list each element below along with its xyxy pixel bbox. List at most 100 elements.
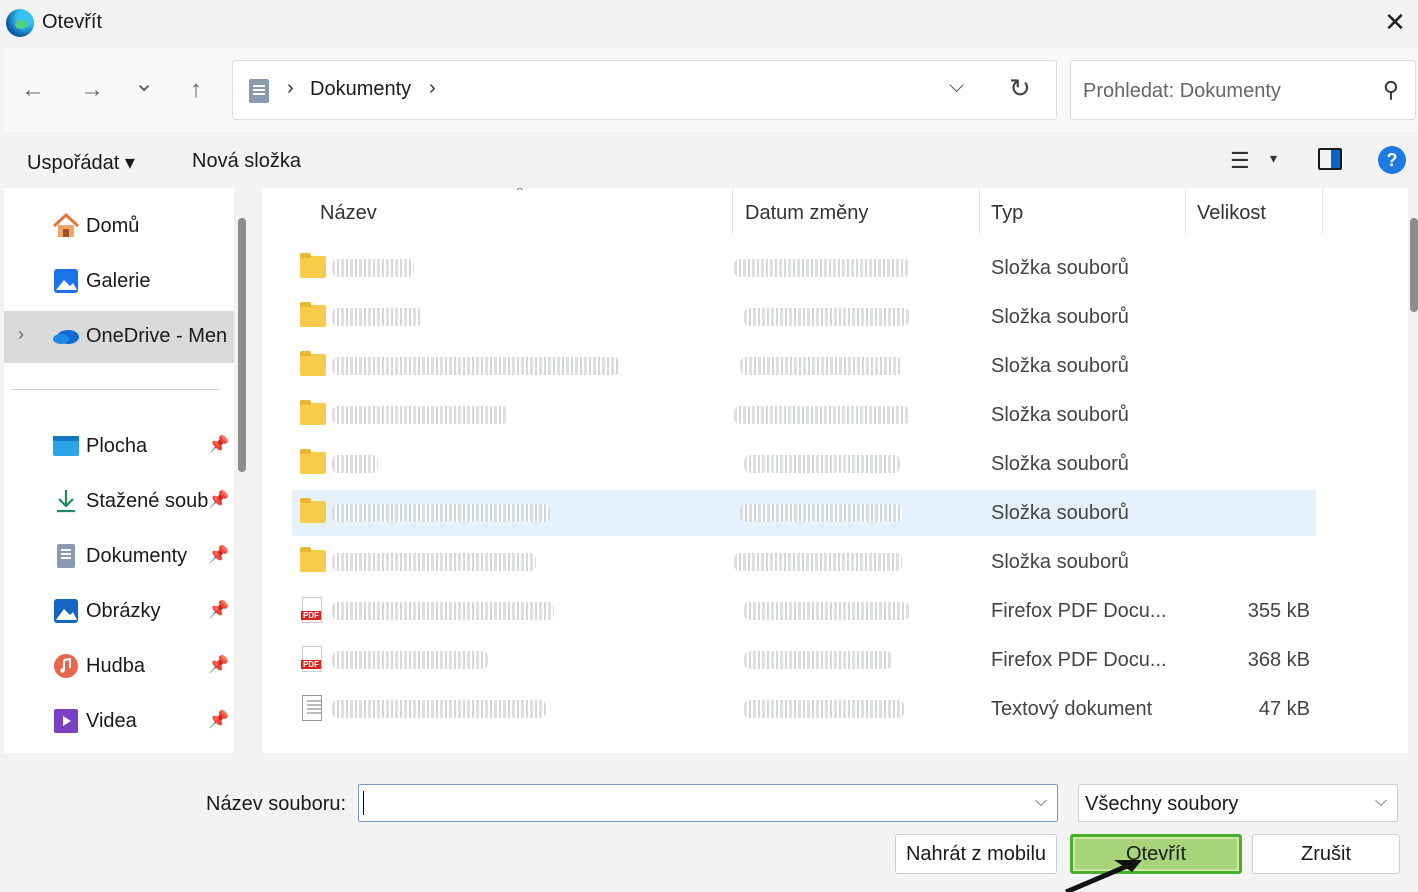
organize-button[interactable]: Uspořádat ▾ — [27, 150, 135, 175]
help-icon[interactable]: ? — [1378, 146, 1406, 174]
sidebar-item-gallery[interactable]: Galerie — [4, 256, 234, 306]
breadcrumb-dokumenty[interactable]: Dokumenty — [310, 78, 411, 101]
search-input[interactable] — [1083, 77, 1363, 105]
view-options-icon[interactable]: ☰ — [1230, 148, 1250, 174]
pictures-icon — [54, 599, 78, 623]
pin-icon[interactable]: 📌 — [208, 545, 229, 565]
expand-chevron-icon[interactable]: › — [18, 324, 24, 345]
file-row[interactable]: Složka souborů — [292, 245, 1316, 291]
music-icon — [54, 654, 78, 678]
upload-from-mobile-button[interactable]: Nahrát z mobilu — [895, 834, 1057, 874]
pointer-arrow-icon — [1065, 860, 1142, 892]
search-box[interactable]: ⚲ — [1070, 60, 1416, 120]
title-bar: Otevřít ✕ — [0, 0, 1418, 46]
redacted-date — [744, 651, 892, 669]
column-divider[interactable] — [732, 188, 733, 234]
file-row-selected[interactable]: Složka souborů — [292, 490, 1316, 536]
redacted-name — [332, 504, 550, 522]
folder-icon — [300, 498, 326, 523]
redacted-date — [744, 308, 910, 326]
file-row[interactable]: Složka souborů — [292, 441, 1316, 487]
sidebar-item-downloads[interactable]: Stažené soub 📌 — [4, 476, 234, 526]
file-size: 368 kB — [1247, 649, 1310, 671]
redacted-name — [332, 700, 546, 718]
column-header-type[interactable]: Typ — [991, 202, 1023, 225]
sidebar-item-music[interactable]: Hudba 📌 — [4, 641, 234, 691]
chevron-down-icon[interactable]: ⌵ — [1375, 793, 1387, 811]
breadcrumb-separator[interactable]: › — [287, 77, 294, 100]
filename-input[interactable]: ⌵ — [358, 784, 1058, 822]
redacted-name — [332, 259, 414, 277]
file-size: 47 kB — [1258, 698, 1310, 720]
sort-ascending-icon: ⌃ — [514, 188, 526, 200]
cancel-button[interactable]: Zrušit — [1252, 834, 1400, 874]
chevron-down-icon[interactable]: ▾ — [1270, 150, 1277, 167]
file-row[interactable]: Složka souborů — [292, 392, 1316, 438]
gallery-icon — [54, 269, 78, 293]
redacted-date — [734, 259, 910, 277]
redacted-date — [734, 406, 910, 424]
folder-icon — [300, 449, 326, 474]
close-button[interactable]: ✕ — [1372, 0, 1418, 46]
preview-pane-icon[interactable] — [1318, 148, 1342, 170]
file-type: Složka souborů — [991, 257, 1129, 279]
folder-icon — [300, 351, 326, 376]
sidebar-item-videos[interactable]: Videa 📌 — [4, 696, 234, 746]
pin-icon[interactable]: 📌 — [208, 435, 229, 455]
text-cursor — [363, 791, 364, 815]
sidebar-item-label: Hudba — [86, 655, 145, 677]
address-bar[interactable]: › Dokumenty › ⌵ ↻ — [232, 60, 1057, 120]
column-header-date[interactable]: Datum změny — [745, 202, 868, 225]
file-type: Firefox PDF Docu... — [991, 649, 1167, 671]
folder-icon — [300, 400, 326, 425]
text-file-icon — [302, 695, 322, 721]
file-list-scrollbar[interactable] — [1410, 218, 1418, 312]
refresh-icon[interactable]: ↻ — [1009, 73, 1031, 104]
column-header-name[interactable]: Název — [320, 202, 377, 225]
redacted-name — [332, 651, 488, 669]
file-row[interactable]: Složka souborů — [292, 343, 1316, 389]
file-type: Složka souborů — [991, 404, 1129, 426]
sidebar-item-home[interactable]: Domů — [4, 201, 234, 251]
chevron-down-icon[interactable]: ⌵ — [1035, 793, 1047, 811]
file-type: Složka souborů — [991, 355, 1129, 377]
up-button[interactable]: ↑ — [179, 76, 213, 104]
pin-icon[interactable]: 📌 — [208, 710, 229, 730]
pin-icon[interactable]: 📌 — [208, 655, 229, 675]
onedrive-icon — [53, 330, 79, 344]
pin-icon[interactable]: 📌 — [208, 600, 229, 620]
column-divider[interactable] — [1322, 188, 1323, 234]
file-row[interactable]: Složka souborů — [292, 539, 1316, 585]
forward-button[interactable]: → — [75, 76, 109, 104]
sidebar-item-desktop[interactable]: Plocha 📌 — [4, 421, 234, 471]
sidebar-item-pictures[interactable]: Obrázky 📌 — [4, 586, 234, 636]
folder-icon — [300, 253, 326, 278]
breadcrumb-separator[interactable]: › — [429, 77, 436, 100]
command-bar: Uspořádat ▾ Nová složka ☰ ▾ ? — [4, 134, 1418, 186]
pdf-icon — [301, 646, 322, 672]
recent-locations-button[interactable]: ⌄ — [127, 70, 161, 98]
sidebar-item-onedrive[interactable]: › OneDrive - Men — [4, 311, 234, 363]
new-folder-button[interactable]: Nová složka — [192, 150, 301, 173]
file-row[interactable]: Složka souborů — [292, 294, 1316, 340]
edge-browser-icon — [6, 9, 34, 37]
file-type: Složka souborů — [991, 551, 1129, 573]
search-icon[interactable]: ⚲ — [1383, 77, 1399, 103]
address-dropdown-icon[interactable]: ⌵ — [949, 75, 964, 98]
documents-icon — [249, 79, 269, 103]
sidebar-item-label: Dokumenty — [86, 545, 188, 567]
file-row[interactable]: Firefox PDF Docu... 355 kB — [292, 588, 1316, 634]
file-row[interactable]: Textový dokument 47 kB — [292, 686, 1316, 732]
column-divider[interactable] — [979, 188, 980, 234]
file-type-select[interactable]: Všechny soubory ⌵ — [1078, 784, 1398, 822]
sidebar-item-label: Plocha — [86, 435, 148, 457]
sidebar-item-label: OneDrive - Men — [86, 325, 228, 347]
file-row[interactable]: Firefox PDF Docu... 368 kB — [292, 637, 1316, 683]
column-header-size[interactable]: Velikost — [1197, 202, 1266, 225]
sidebar-item-label: Stažené soub — [86, 490, 209, 512]
back-button[interactable]: ← — [16, 76, 50, 104]
column-divider[interactable] — [1185, 188, 1186, 234]
sidebar-item-documents[interactable]: Dokumenty 📌 — [4, 531, 234, 581]
sidebar-scrollbar[interactable] — [238, 218, 246, 472]
pin-icon[interactable]: 📌 — [208, 490, 229, 510]
